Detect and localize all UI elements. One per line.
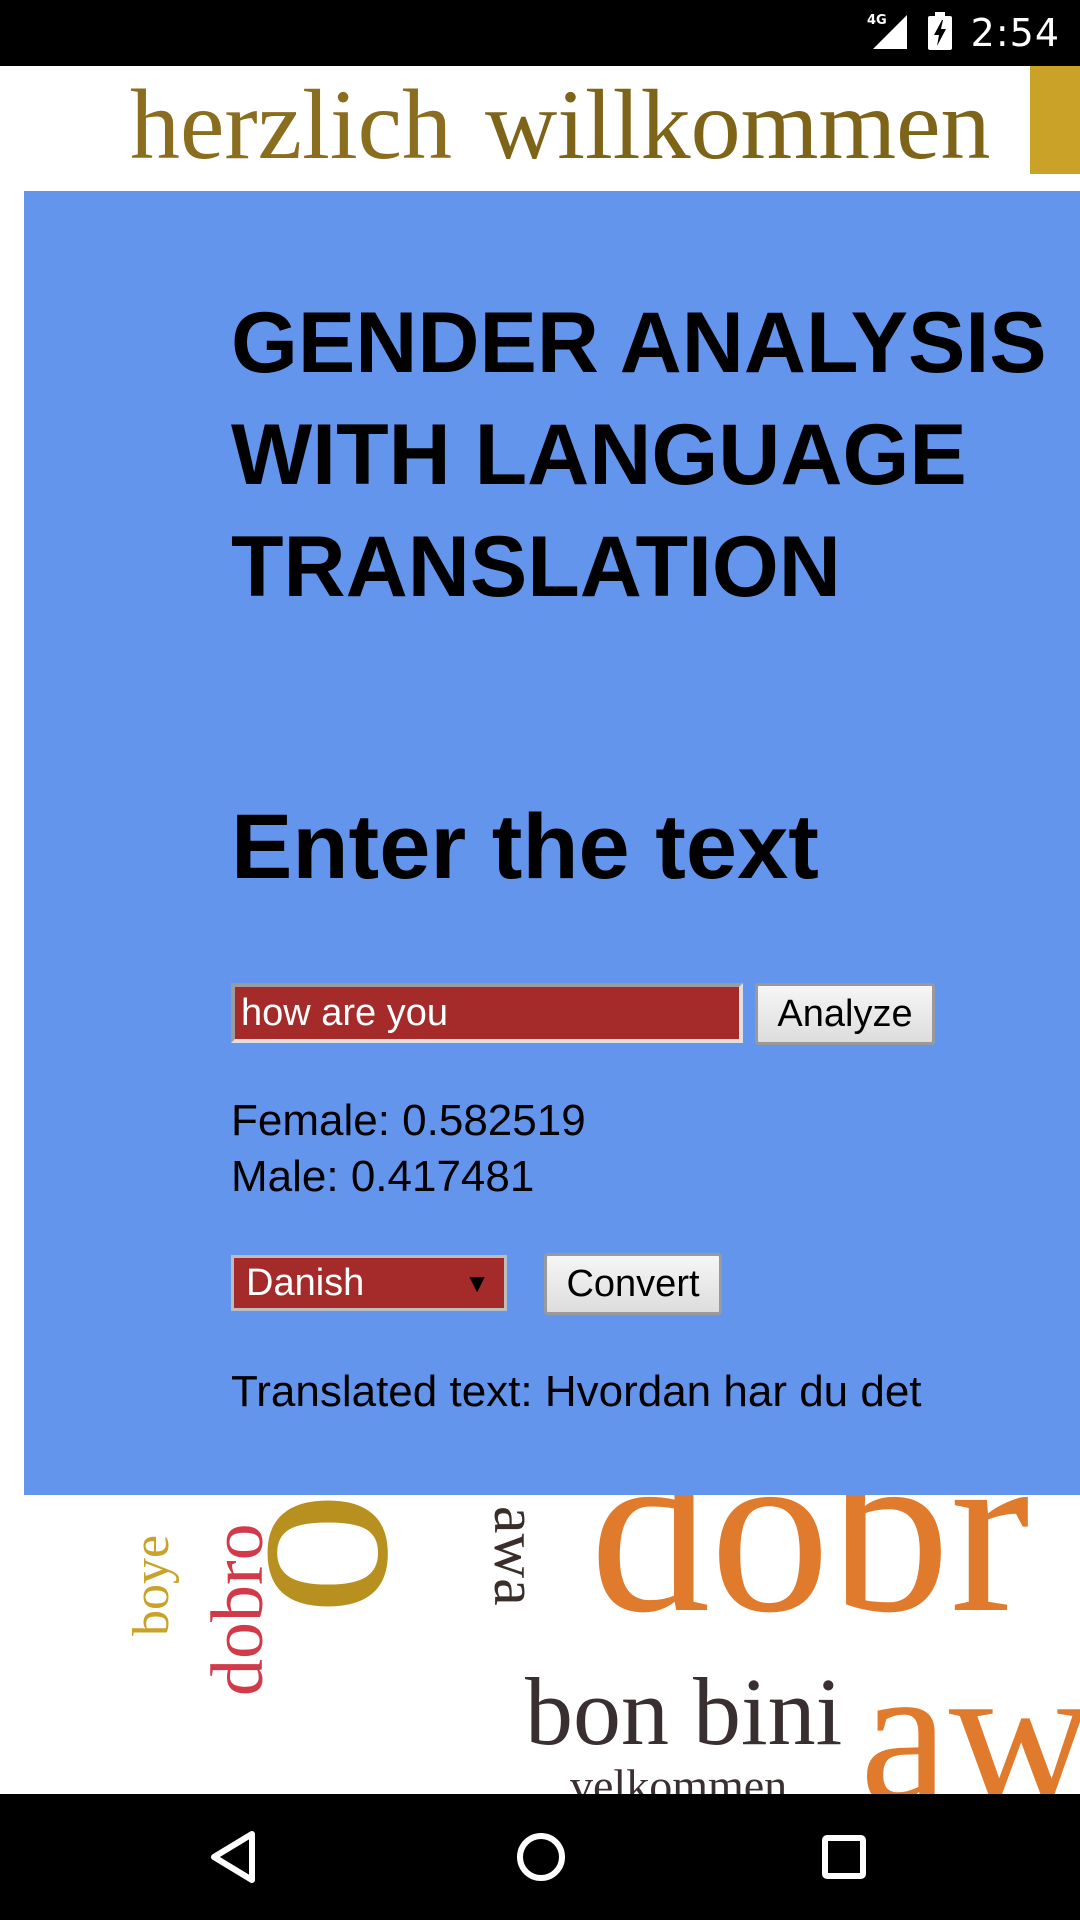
page-title-line-1: GENDER ANALYSIS <box>231 295 1047 391</box>
dropdown-arrow-icon: ▼ <box>464 1268 490 1298</box>
bg-word-herzlich: herzlich <box>130 69 452 180</box>
battery-charging-icon <box>927 11 953 56</box>
bg-word-boye: boye <box>123 1535 180 1636</box>
convert-button[interactable]: Convert <box>544 1253 722 1315</box>
back-button[interactable] <box>200 1822 270 1892</box>
female-result: Female: 0.582519 <box>231 1096 586 1145</box>
page-title: GENDER ANALYSIS WITH LANGUAGE TRANSLATIO… <box>231 287 1080 623</box>
status-bar: 4G 2:54 <box>0 0 1080 66</box>
analyze-button[interactable]: Analyze <box>755 983 935 1045</box>
page-title-line-3: TRANSLATION <box>231 519 841 615</box>
status-icons: 4G 2:54 <box>865 0 1060 66</box>
male-result: Male: 0.417481 <box>231 1152 535 1201</box>
page-title-line-2: WITH LANGUAGE <box>231 407 967 503</box>
bg-shape-yellow <box>1030 66 1080 174</box>
signal-icon: 4G <box>865 11 909 56</box>
translated-text: Translated text: Hvordan har du det <box>231 1367 922 1416</box>
home-icon <box>517 1833 565 1881</box>
language-select[interactable]: Danish ▼ <box>231 1255 507 1311</box>
text-input[interactable] <box>231 983 743 1043</box>
status-time: 2:54 <box>970 11 1060 55</box>
enter-text-heading: Enter the text <box>231 796 819 898</box>
webview: herzlich willkommen boye dobro bo awa do… <box>0 66 1080 1794</box>
navigation-bar <box>0 1794 1080 1920</box>
back-icon <box>211 1831 255 1883</box>
bg-word-awa-vertical: awa <box>481 1506 549 1606</box>
recents-button[interactable] <box>809 1822 879 1892</box>
home-button[interactable] <box>506 1822 576 1892</box>
main-panel: GENDER ANALYSIS WITH LANGUAGE TRANSLATIO… <box>24 191 1080 1495</box>
bg-word-bon-bini: bon bini <box>525 1658 842 1765</box>
recents-icon <box>822 1835 866 1879</box>
bg-word-willkommen: willkommen <box>485 69 991 180</box>
svg-text:4G: 4G <box>867 13 887 28</box>
bg-word-awa: awa <box>860 1624 1080 1794</box>
bg-word-velkommen: velkommen <box>570 1760 787 1794</box>
language-select-value: Danish <box>246 1262 365 1304</box>
